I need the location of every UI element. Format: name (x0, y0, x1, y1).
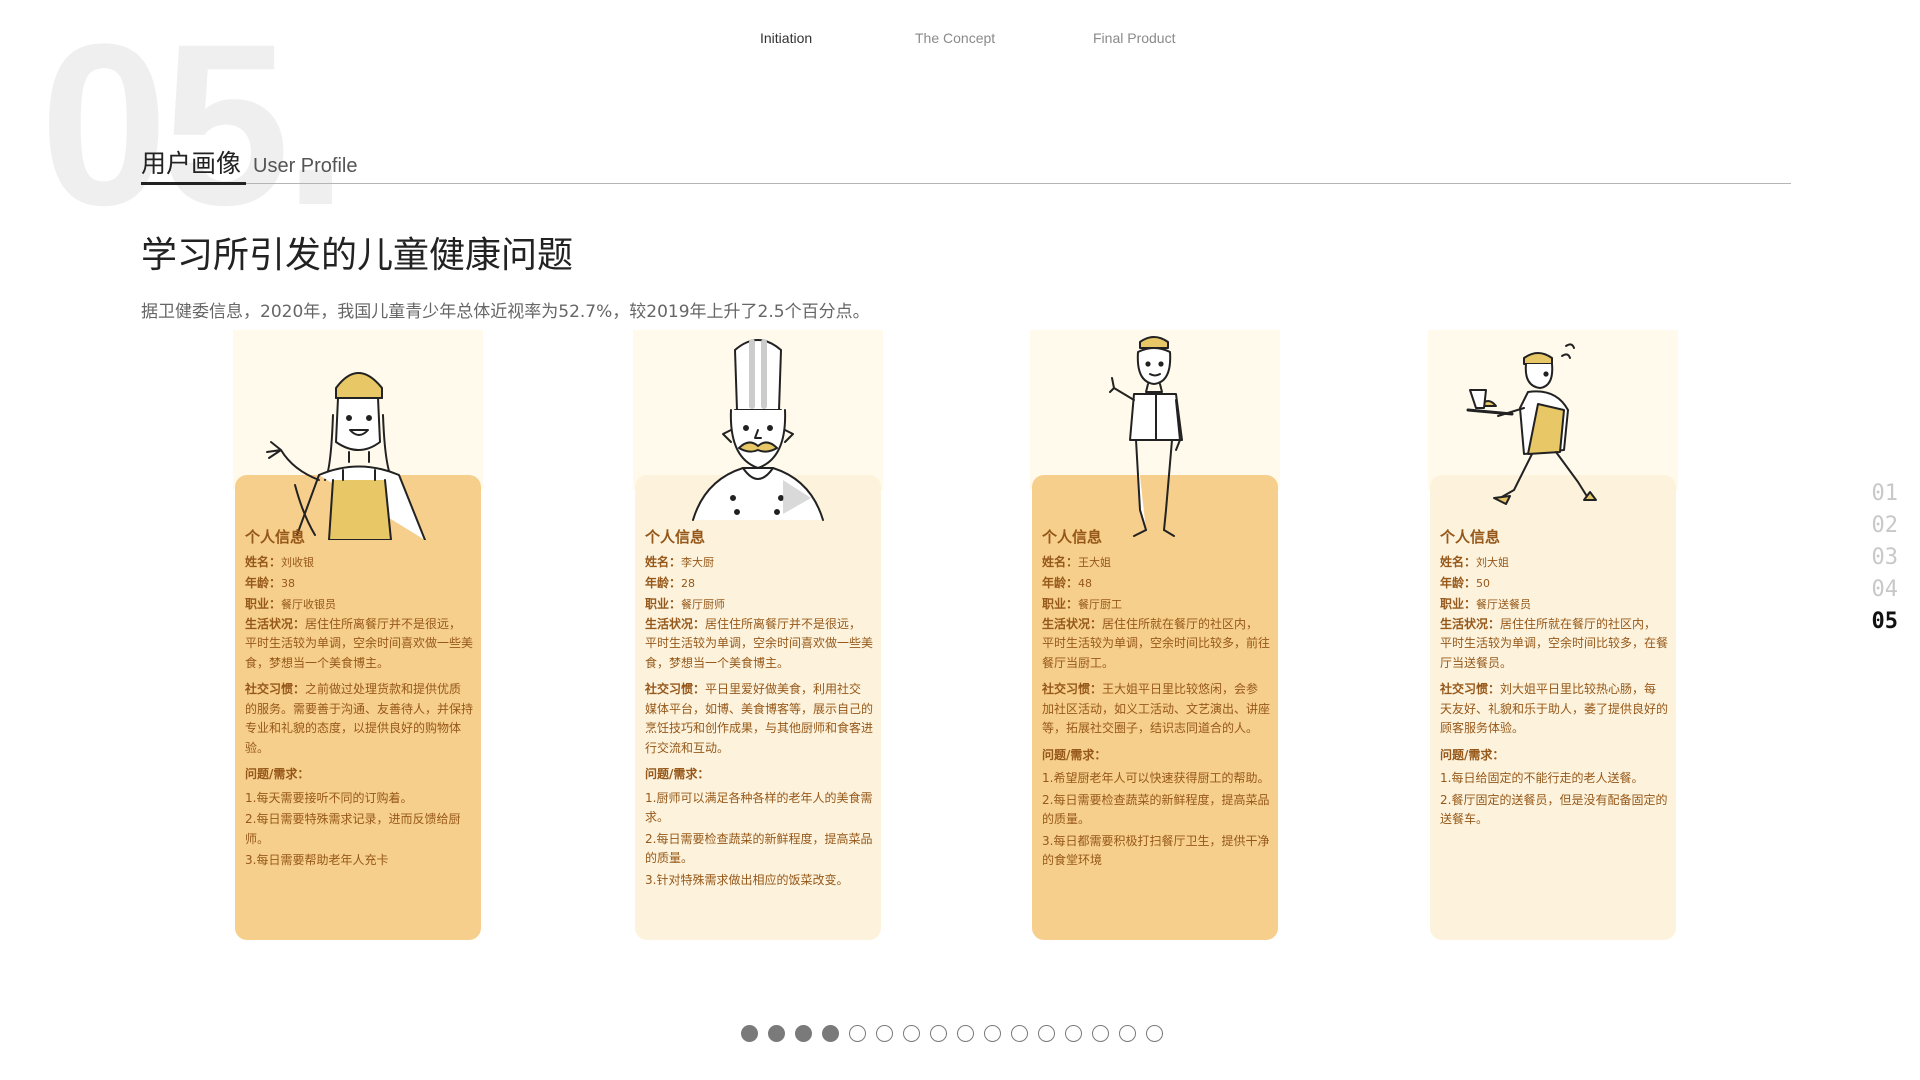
social-label: 社交习惯： (1042, 682, 1103, 696)
job-label: 职业： (1042, 596, 1079, 611)
nav-the-concept[interactable]: The Concept (915, 30, 995, 46)
age-value: 38 (281, 576, 296, 590)
section-divider (141, 183, 1791, 184)
page-subline: 据卫健委信息，2020年，我国儿童青少年总体近视率为52.7%，较2019年上升… (141, 302, 870, 322)
need-item: 2.餐厅固定的送餐员，但是没有配备固定的送餐车。 (1440, 792, 1668, 827)
card-heading: 个人信息 (245, 528, 306, 546)
pagination-dot[interactable] (984, 1025, 1001, 1042)
pagination-dot[interactable] (1011, 1025, 1028, 1042)
cook-woman-illustration (1109, 336, 1183, 537)
pagination-dot[interactable] (1119, 1025, 1136, 1042)
need-item: 3.针对特殊需求做出相应的饭菜改变。 (645, 872, 849, 887)
section-title: 用户画像 User Profile (141, 140, 358, 180)
age-label: 年龄： (1440, 575, 1477, 590)
pagination-dot[interactable] (957, 1025, 974, 1042)
age-label: 年龄： (1042, 575, 1079, 590)
job-label: 职业： (645, 596, 682, 611)
social-label: 社交习惯： (245, 682, 306, 696)
social-label: 社交习惯： (645, 682, 706, 696)
need-item: 1.每天需要接听不同的订购着。 (245, 790, 413, 805)
name-value: 李大厨 (681, 555, 715, 569)
need-item: 2.每日需要检查蔬菜的新鲜程度，提高菜品的质量。 (645, 831, 873, 866)
delivery-illustration (1466, 343, 1597, 505)
social-label: 社交习惯： (1440, 682, 1501, 696)
persona-card-cashier: 个人信息 姓名：刘收银 年龄：38 职业：餐厅收银员 生活状况：居住住所离餐厅并… (233, 330, 483, 940)
age-label: 年龄： (645, 575, 682, 590)
side-nav-01[interactable]: 01 (1872, 478, 1899, 510)
need-item: 3.每日需要帮助老年人充卡 (245, 853, 389, 867)
life-label: 生活状况： (1042, 616, 1103, 631)
section-title-cn: 用户画像 (141, 149, 242, 178)
name-label: 姓名： (1042, 554, 1079, 569)
pagination-dots (0, 1025, 1920, 1042)
life-label: 生活状况： (645, 616, 706, 631)
side-nav-04[interactable]: 04 (1872, 574, 1899, 606)
age-label: 年龄： (245, 575, 282, 590)
pagination-dot[interactable] (1146, 1025, 1163, 1042)
name-label: 姓名： (645, 554, 682, 569)
needs-label: 问题/需求： (1042, 747, 1107, 762)
persona-card-chef: 个人信息 姓名：李大厨 年龄：28 职业：餐厅厨师 生活状况：居住住所离餐厅并不… (633, 330, 883, 940)
pagination-dot[interactable] (1092, 1025, 1109, 1042)
pagination-dot[interactable] (876, 1025, 893, 1042)
age-value: 28 (681, 576, 696, 590)
name-value: 刘大姐 (1476, 555, 1510, 569)
age-value: 48 (1078, 576, 1093, 590)
needs-label: 问题/需求： (245, 767, 310, 781)
need-item: 2.每日需要检查蔬菜的新鲜程度，提高菜品的质量。 (1042, 792, 1270, 827)
card-heading: 个人信息 (1042, 528, 1103, 546)
name-value: 王大姐 (1078, 555, 1112, 569)
job-value: 餐厅厨工 (1078, 597, 1123, 611)
needs-label: 问题/需求： (1440, 747, 1505, 762)
job-label: 职业： (245, 596, 282, 611)
chef-illustration (692, 339, 824, 521)
pagination-dot[interactable] (1038, 1025, 1055, 1042)
life-label: 生活状况： (245, 616, 306, 631)
job-value: 餐厅送餐员 (1476, 597, 1532, 611)
section-title-en: User Profile (253, 155, 358, 177)
pagination-dot[interactable] (768, 1025, 785, 1042)
card-text: 个人信息 姓名：李大厨 年龄：28 职业：餐厅厨师 生活状况：居住住所离餐厅并不… (645, 528, 873, 892)
side-nav-03[interactable]: 03 (1872, 542, 1899, 574)
page-headline: 学习所引发的儿童健康问题 (141, 235, 574, 276)
nav-initiation[interactable]: Initiation (760, 30, 812, 46)
pagination-dot[interactable] (741, 1025, 758, 1042)
name-label: 姓名： (245, 554, 282, 569)
pagination-dot[interactable] (1065, 1025, 1082, 1042)
side-nav-02[interactable]: 02 (1872, 510, 1899, 542)
job-value: 餐厅收银员 (281, 597, 337, 611)
card-heading: 个人信息 (645, 528, 706, 546)
section-divider-accent (141, 182, 246, 185)
persona-card-cook: 个人信息 姓名：王大姐 年龄：48 职业：餐厅厨工 生活状况：居住住所就在餐厅的… (1030, 330, 1280, 940)
job-value: 餐厅厨师 (681, 597, 726, 611)
pagination-dot[interactable] (795, 1025, 812, 1042)
card-text: 个人信息 姓名：王大姐 年龄：48 职业：餐厅厨工 生活状况：居住住所就在餐厅的… (1042, 528, 1270, 873)
cashier-illustration (266, 372, 426, 540)
pagination-dot[interactable] (930, 1025, 947, 1042)
need-item: 1.希望厨老年人可以快速获得厨工的帮助。 (1042, 771, 1270, 785)
name-label: 姓名： (1440, 554, 1477, 569)
needs-label: 问题/需求： (645, 767, 710, 781)
name-value: 刘收银 (281, 555, 315, 569)
job-label: 职业： (1440, 596, 1477, 611)
need-item: 1.厨师可以满足各种各样的老年人的美食需求。 (645, 790, 873, 825)
persona-card-delivery: 个人信息 姓名：刘大姐 年龄：50 职业：餐厅送餐员 生活状况：居住住所就在餐厅… (1428, 330, 1678, 940)
pagination-dot[interactable] (903, 1025, 920, 1042)
age-value: 50 (1476, 576, 1491, 590)
top-nav: Initiation The Concept Final Product (0, 30, 1920, 50)
side-nav-05[interactable]: 05 (1872, 606, 1899, 638)
side-section-nav: 01 02 03 04 05 (1872, 478, 1899, 638)
life-label: 生活状况： (1440, 616, 1501, 631)
pagination-dot[interactable] (822, 1025, 839, 1042)
need-item: 2.每日需要特殊需求记录，进而反馈给厨师。 (245, 812, 461, 846)
pagination-dot[interactable] (849, 1025, 866, 1042)
need-item: 3.每日都需要积极打扫餐厅卫生，提供干净的食堂环境 (1042, 833, 1270, 868)
card-text: 个人信息 姓名：刘收银 年龄：38 职业：餐厅收银员 生活状况：居住住所离餐厅并… (245, 528, 473, 873)
need-item: 1.每日给固定的不能行走的老人送餐。 (1440, 771, 1644, 785)
card-heading: 个人信息 (1440, 528, 1501, 546)
card-text: 个人信息 姓名：刘大姐 年龄：50 职业：餐厅送餐员 生活状况：居住住所就在餐厅… (1440, 528, 1668, 832)
nav-final-product[interactable]: Final Product (1093, 30, 1175, 46)
